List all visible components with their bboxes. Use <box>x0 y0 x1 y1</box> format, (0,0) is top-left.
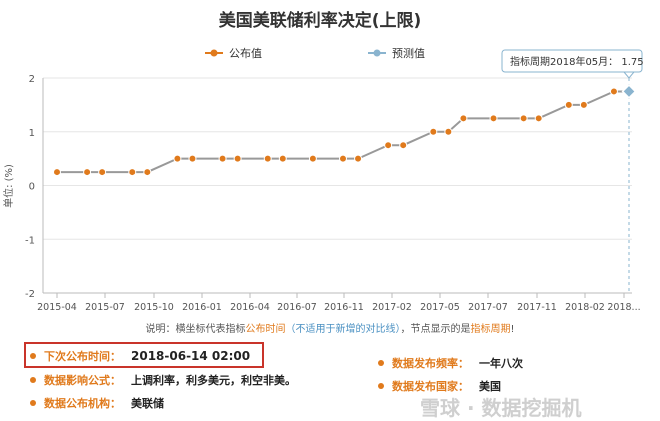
data-point <box>339 154 347 163</box>
data-point <box>489 114 498 123</box>
bullet-icon <box>378 383 384 389</box>
y-axis-label: 单位: (%) <box>2 164 15 208</box>
next-release-row: 下次公布时间： 2018-06-14 02:00 <box>30 348 250 364</box>
frequency-label: 数据发布频率： <box>392 357 469 370</box>
data-point <box>218 154 227 163</box>
note-suffix: ! <box>510 324 515 335</box>
x-tick-label: 2018-02 <box>565 302 605 313</box>
axes: 2 1 0 -1 -2 单位: (%) 2015-04 2015-07 2015-10 2016-… <box>2 74 641 313</box>
data-point <box>233 154 242 163</box>
data-point <box>263 154 272 163</box>
tooltip-text: 指标周期2018年05月： 1.75 <box>510 55 644 68</box>
y-tick-label: 2 <box>29 74 35 85</box>
data-point <box>308 154 317 163</box>
impact-label: 数据影响公式： <box>44 374 121 387</box>
tooltip-pointer <box>622 71 636 79</box>
data-point <box>278 154 287 163</box>
impact-value: 上调利率，利多美元，利空非美。 <box>131 374 296 387</box>
y-tick-label: 1 <box>29 128 35 139</box>
x-tick-label: 2016-11 <box>324 302 364 313</box>
frequency-row: 数据发布频率： 一年八次 <box>378 355 523 371</box>
note-prefix: 说明：横坐标代表指标 <box>145 324 246 335</box>
line-chart: 美国美联储利率决定(上限) 公布值 预测值 2 1 0 -1 -2 单位: (%) 2015-… <box>2 10 644 313</box>
chart-title: 美国美联储利率决定(上限) <box>219 10 422 31</box>
data-point <box>459 114 468 123</box>
x-tick-label: 2015-04 <box>37 302 77 313</box>
impact-row: 数据影响公式： 上调利率，利多美元，利空非美。 <box>30 372 296 388</box>
data-point <box>399 141 408 150</box>
legend: 公布值 预测值 <box>205 47 425 60</box>
y-tick-label: 0 <box>29 182 35 193</box>
x-tick-label: 2015-10 <box>134 302 174 313</box>
data-point <box>609 87 618 96</box>
chart-note: 说明：横坐标代表指标公布时间（不适用于新增的对比线），节点显示的是指标周期! <box>0 320 660 335</box>
x-tick-label: 2017-02 <box>372 302 412 313</box>
bullet-icon <box>30 400 36 406</box>
tooltip: 指标周期2018年05月： 1.75 <box>501 49 644 79</box>
x-tick-label: 2017-11 <box>517 302 557 313</box>
next-release-label: 下次公布时间： <box>44 350 121 363</box>
legend-label-0: 公布值 <box>229 47 262 60</box>
data-point <box>98 168 107 177</box>
bullet-icon <box>30 377 36 383</box>
data-point <box>579 100 588 109</box>
note-hint: （不适用于新增的对比线） <box>285 324 401 335</box>
x-tick-label: 2017-05 <box>420 302 460 313</box>
note-highlight-publish-time: 公布时间 <box>245 324 286 335</box>
data-point <box>128 168 137 177</box>
data-point <box>173 154 182 163</box>
data-point <box>188 154 197 163</box>
watermark: 雪球 · 数据挖掘机 <box>420 396 582 420</box>
data-point <box>384 141 393 150</box>
agency-value: 美联储 <box>131 397 164 410</box>
note-middle: ，节点显示的是 <box>400 324 471 335</box>
frequency-value: 一年八次 <box>479 357 523 370</box>
data-point <box>534 114 543 123</box>
next-release-value: 2018-06-14 02:00 <box>131 349 251 363</box>
data-point <box>429 127 438 136</box>
data-point <box>143 168 152 177</box>
forecast-point <box>621 84 637 99</box>
x-tick-label: 2016-04 <box>230 302 270 313</box>
x-tick-label: 2015-07 <box>85 302 125 313</box>
x-tick-label: 2016-01 <box>182 302 222 313</box>
legend-marker-1 <box>373 49 381 57</box>
x-tick-label: 2017-07 <box>468 302 508 313</box>
data-point <box>564 100 573 109</box>
note-highlight-period: 指标周期 <box>470 324 511 335</box>
legend-label-1: 预测值 <box>392 47 425 60</box>
agency-row: 数据公布机构： 美联储 <box>30 395 164 411</box>
agency-label: 数据公布机构： <box>44 397 121 410</box>
x-tick-label: 2016-07 <box>277 302 317 313</box>
data-point <box>53 168 61 177</box>
y-tick-label: -1 <box>25 235 35 246</box>
data-point <box>354 154 363 163</box>
bullet-icon <box>30 353 36 359</box>
bullet-icon <box>378 360 384 366</box>
data-point <box>519 114 528 123</box>
x-tick-label: 2018... <box>607 302 640 313</box>
legend-marker-0 <box>210 49 218 57</box>
data-point <box>83 168 92 177</box>
y-tick-label: -2 <box>25 289 35 300</box>
data-point <box>444 127 453 136</box>
